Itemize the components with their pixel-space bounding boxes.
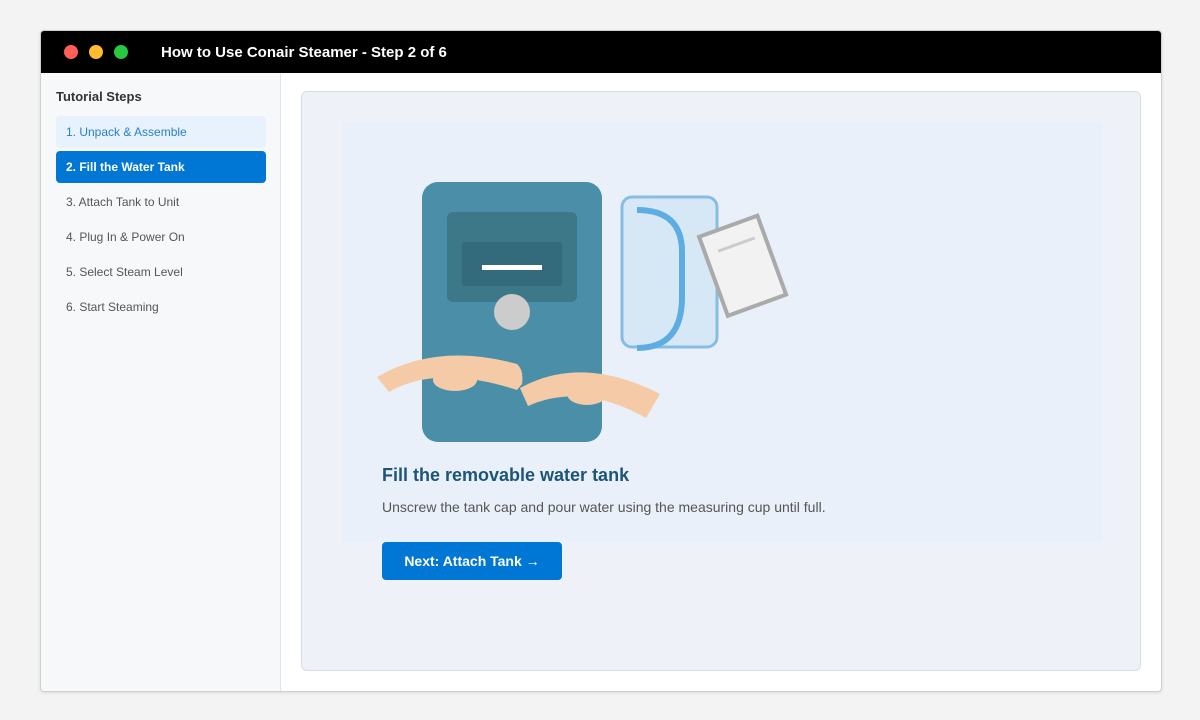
steamer-display [462,242,562,286]
step-unpack-assemble[interactable]: 1. Unpack & Assemble [56,116,266,148]
tutorial-content-panel: Fill the removable water tank Unscrew th… [301,91,1141,671]
next-step-button[interactable]: Next: Attach Tank → [382,542,562,580]
tutorial-sidebar: Tutorial Steps 1. Unpack & Assemble 2. F… [41,73,281,691]
minimize-window-button[interactable] [89,45,103,59]
step-fill-water-tank[interactable]: 2. Fill the Water Tank [56,151,266,183]
tutorial-steps-list: 1. Unpack & Assemble 2. Fill the Water T… [56,116,266,326]
window-title: How to Use Conair Steamer - Step 2 of 6 [161,44,447,61]
title-bar: How to Use Conair Steamer - Step 2 of 6 [41,31,1161,73]
step-card: Fill the removable water tank Unscrew th… [342,122,1102,542]
step-attach-tank[interactable]: 3. Attach Tank to Unit [56,186,266,218]
app-window: How to Use Conair Steamer - Step 2 of 6 … [40,30,1162,692]
step-select-steam-level[interactable]: 5. Select Steam Level [56,256,266,288]
step-title: Fill the removable water tank [382,465,630,485]
left-thumb [433,369,477,391]
steamer-illustration [377,182,789,442]
right-thumb [567,383,607,405]
steamer-dial [494,294,530,330]
steamer-display-indicator [482,265,542,270]
close-window-button[interactable] [64,45,78,59]
step-start-steaming[interactable]: 6. Start Steaming [56,291,266,323]
sidebar-heading: Tutorial Steps [56,89,142,104]
maximize-window-button[interactable] [114,45,128,59]
step-description: Unscrew the tank cap and pour water usin… [382,499,826,515]
step-plug-in-power-on[interactable]: 4. Plug In & Power On [56,221,266,253]
